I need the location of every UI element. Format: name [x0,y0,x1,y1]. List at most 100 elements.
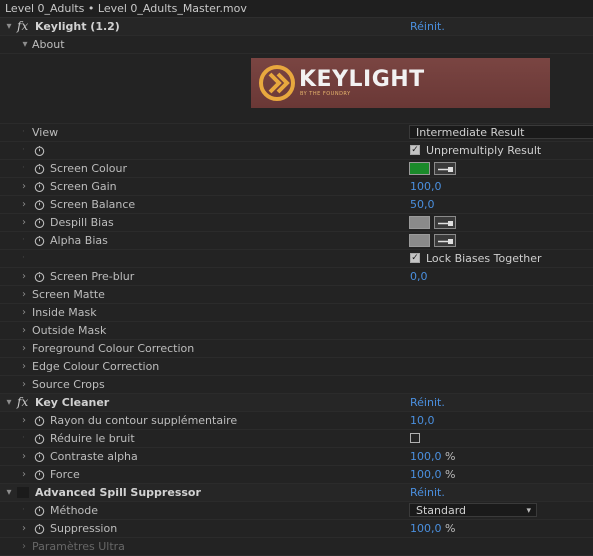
banner-title: KEYLIGHT [299,67,425,92]
methode-label: Méthode [50,504,99,517]
screen-preblur-label: Screen Pre-blur [50,270,135,283]
alpha-bias-label: Alpha Bias [50,234,108,247]
fx-placeholder-icon[interactable] [17,487,29,498]
twirl-closed-icon[interactable]: › [19,286,29,303]
param-force: › Force 100,0 % [0,466,593,484]
lock-biases-label: Lock Biases Together [426,252,542,265]
methode-dropdown[interactable]: Standard ▾ [409,503,537,517]
stopwatch-icon[interactable] [34,433,45,444]
reduire-checkbox[interactable] [410,433,420,443]
twirl-closed-icon[interactable]: › [19,448,29,465]
param-unpremultiply: · ✓ Unpremultiply Result [0,142,593,160]
about-label: About [32,38,65,51]
screen-balance-value[interactable]: 50,0 [410,196,435,213]
twirl-closed-icon[interactable]: › [19,520,29,537]
reset-link[interactable]: Réinit. [410,484,445,501]
twirl-closed-icon[interactable]: › [19,178,29,195]
force-label: Force [50,468,80,481]
stopwatch-icon[interactable] [34,523,45,534]
group-foreground-cc[interactable]: › Foreground Colour Correction [0,340,593,358]
about-banner-row: KEYLIGHT BY THE FOUNDRY [0,54,593,124]
group-parametres-ultra[interactable]: › Paramètres Ultra [0,538,593,556]
eyedropper-icon[interactable] [434,234,456,247]
screen-preblur-value[interactable]: 0,0 [410,268,428,285]
twirl-closed-icon[interactable]: › [19,466,29,483]
param-lock-biases: · ✓ Lock Biases Together [0,250,593,268]
twirl-closed-icon[interactable]: › [19,322,29,339]
twirl-closed-icon[interactable]: › [19,412,29,429]
twirl-closed-icon[interactable]: › [19,304,29,321]
group-screen-matte[interactable]: › Screen Matte [0,286,593,304]
param-screen-colour: · Screen Colour [0,160,593,178]
group-source-crops[interactable]: › Source Crops [0,376,593,394]
stopwatch-icon[interactable] [34,163,45,174]
group-label: Outside Mask [32,324,107,337]
param-screen-balance: › Screen Balance 50,0 [0,196,593,214]
param-alpha-bias: · Alpha Bias [0,232,593,250]
param-screen-gain: › Screen Gain 100,0 [0,178,593,196]
group-label: Inside Mask [32,306,97,319]
effect-name: Key Cleaner [35,396,110,409]
stopwatch-icon[interactable] [34,469,45,480]
effect-key-cleaner-header[interactable]: ▾ fx Key Cleaner Réinit. [0,394,593,412]
contraste-label: Contraste alpha [50,450,138,463]
fx-icon[interactable]: fx [17,394,28,411]
alpha-bias-swatch[interactable] [409,234,430,247]
screen-gain-value[interactable]: 100,0 [410,178,442,195]
stopwatch-icon[interactable] [34,451,45,462]
view-label: View [32,126,59,139]
panel-title: Level 0_Adults • Level 0_Adults_Master.m… [0,0,593,18]
unpremultiply-checkbox[interactable]: ✓ [410,145,420,155]
twirl-open-icon[interactable]: ▾ [20,36,30,53]
fx-icon[interactable]: fx [17,18,28,35]
stopwatch-icon[interactable] [34,217,45,228]
group-inside-mask[interactable]: › Inside Mask [0,304,593,322]
despill-bias-label: Despill Bias [50,216,114,229]
twirl-open-icon[interactable]: ▾ [4,18,14,35]
twirl-closed-icon[interactable]: › [19,340,29,357]
stopwatch-icon[interactable] [34,145,45,156]
twirl-closed-icon[interactable]: › [19,268,29,285]
twirl-closed-icon[interactable]: › [19,358,29,375]
keylight-logo-icon [259,65,295,101]
param-suppression: › Suppression 100,0 % [0,520,593,538]
reduire-label: Réduire le bruit [50,432,135,445]
param-view: · View Intermediate Result [0,124,593,142]
stopwatch-icon[interactable] [34,199,45,210]
reset-link[interactable]: Réinit. [410,394,445,411]
eyedropper-icon[interactable] [434,162,456,175]
stopwatch-icon[interactable] [34,235,45,246]
group-outside-mask[interactable]: › Outside Mask [0,322,593,340]
twirl-closed-icon[interactable]: › [19,214,29,231]
suppression-value-field[interactable]: 100,0 % [410,520,455,537]
twirl-closed-icon[interactable]: › [19,196,29,213]
effect-name: Advanced Spill Suppressor [35,486,201,499]
group-edge-cc[interactable]: › Edge Colour Correction [0,358,593,376]
param-methode: · Méthode Standard ▾ [0,502,593,520]
rayon-value[interactable]: 10,0 [410,412,435,429]
eyedropper-icon[interactable] [434,216,456,229]
despill-bias-swatch[interactable] [409,216,430,229]
lock-biases-checkbox[interactable]: ✓ [410,253,420,263]
group-label: Edge Colour Correction [32,360,160,373]
stopwatch-icon[interactable] [34,415,45,426]
stopwatch-icon[interactable] [34,271,45,282]
keylight-banner: KEYLIGHT BY THE FOUNDRY [251,58,550,108]
effect-keylight-header[interactable]: ▾ fx Keylight (1.2) Réinit. [0,18,593,36]
twirl-open-icon[interactable]: ▾ [4,484,14,501]
param-rayon: › Rayon du contour supplémentaire 10,0 [0,412,593,430]
screen-balance-label: Screen Balance [50,198,136,211]
reset-link[interactable]: Réinit. [410,18,445,35]
stopwatch-icon[interactable] [34,181,45,192]
group-label: Screen Matte [32,288,105,301]
twirl-closed-icon[interactable]: › [19,376,29,393]
effect-spill-header[interactable]: ▾ Advanced Spill Suppressor Réinit. [0,484,593,502]
screen-colour-swatch[interactable] [409,162,430,175]
about-row[interactable]: ▾ About [0,36,593,54]
force-value-field[interactable]: 100,0 % [410,466,455,483]
rayon-label: Rayon du contour supplémentaire [50,414,238,427]
twirl-open-icon[interactable]: ▾ [4,394,14,411]
contraste-value-field[interactable]: 100,0 % [410,448,455,465]
view-dropdown[interactable]: Intermediate Result [409,125,593,139]
stopwatch-icon[interactable] [34,505,45,516]
